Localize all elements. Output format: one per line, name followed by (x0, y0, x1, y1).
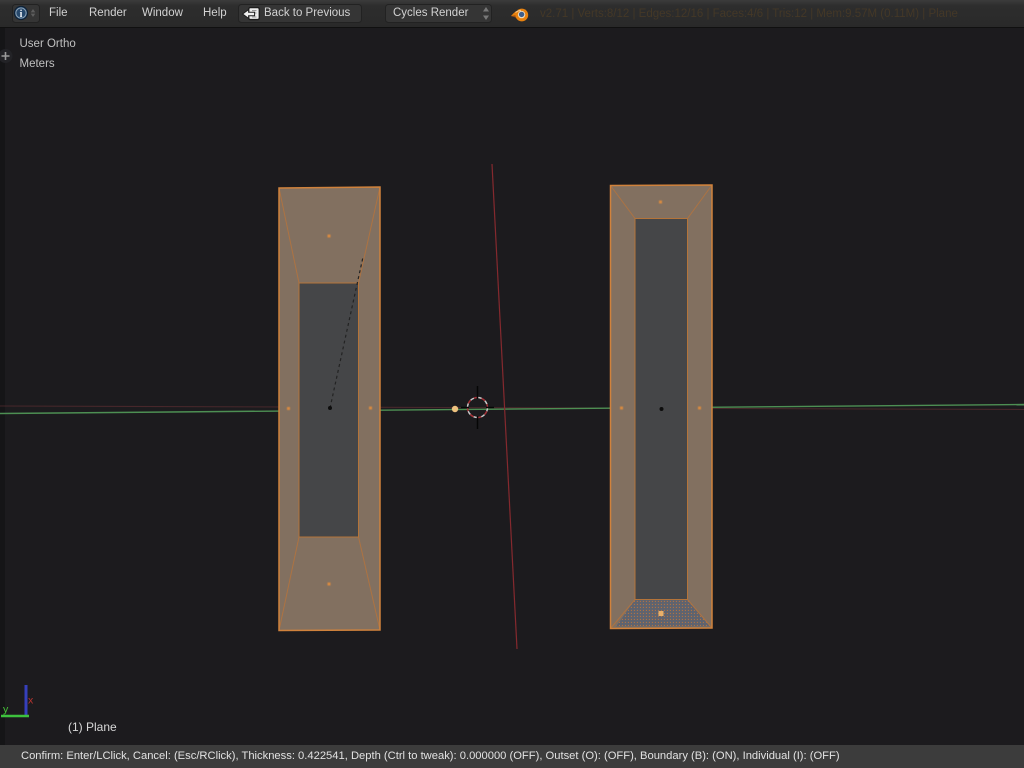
svg-text:i: i (20, 9, 23, 20)
svg-text:x: x (28, 695, 34, 707)
svg-text:y: y (3, 704, 9, 716)
